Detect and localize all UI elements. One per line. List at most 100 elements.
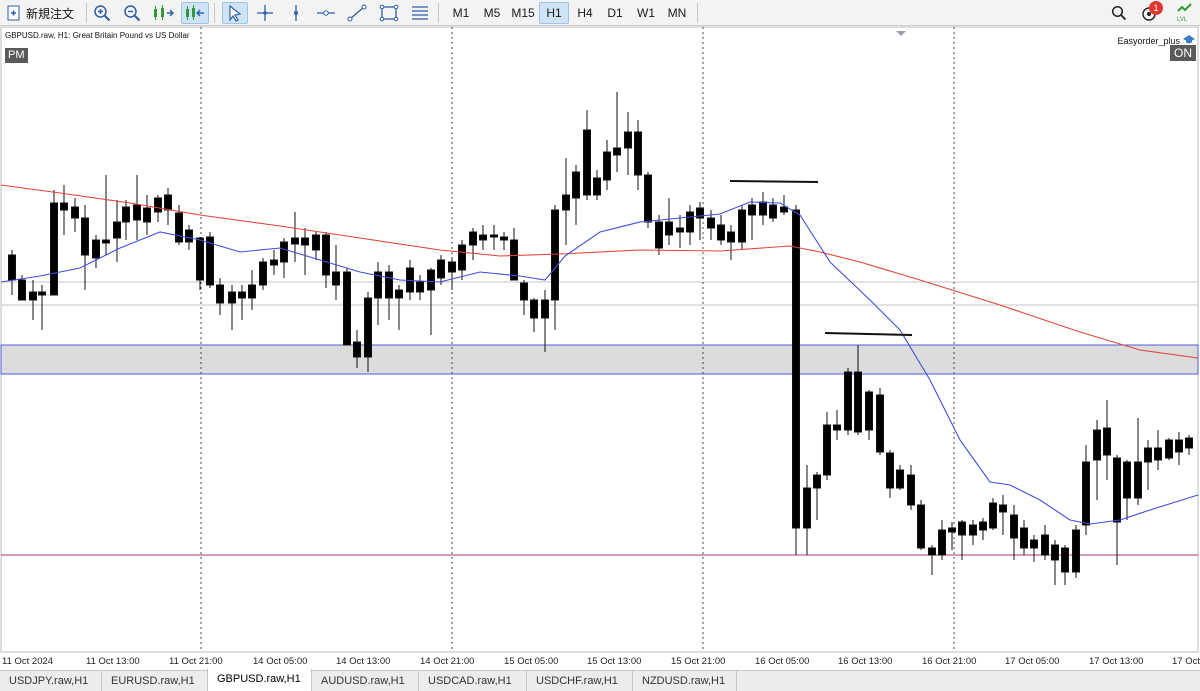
timeframe-m5[interactable]: M5 [477, 2, 507, 24]
bearish-candle [938, 529, 946, 556]
bearish-candle [886, 452, 894, 489]
fibonacci-button[interactable] [408, 2, 432, 24]
bearish-candle [216, 284, 224, 304]
timeframe-h4[interactable]: H4 [570, 2, 600, 24]
bearish-candle [738, 209, 746, 243]
timeframe-m15[interactable]: M15 [508, 2, 538, 24]
bearish-candle [385, 271, 393, 299]
autoscroll-button[interactable] [181, 2, 209, 24]
bearish-candle [71, 206, 79, 219]
bearish-candle [510, 239, 518, 281]
bearish-candle [479, 234, 487, 241]
tab-gbpusd[interactable]: GBPUSD.raw,H1 [207, 669, 312, 691]
time-axis-label: 16 Oct 21:00 [922, 656, 976, 667]
chart-shift-button[interactable] [150, 2, 176, 24]
zone-rectangle [0, 344, 1199, 375]
bearish-candle [270, 259, 278, 266]
bearish-candle [322, 234, 330, 276]
time-axis-label: 17 Oct 13:00 [1089, 656, 1143, 667]
crosshair-icon [257, 5, 273, 21]
tab-audusd[interactable]: AUDUSD.raw,H1 [312, 671, 419, 691]
new-order-icon [6, 5, 22, 21]
bearish-candle [353, 341, 361, 358]
fibonacci-icon [412, 6, 428, 20]
bearish-candle [154, 197, 162, 213]
vertical-line-button[interactable] [284, 2, 308, 24]
cursor-button[interactable] [222, 2, 248, 24]
bearish-candle [38, 291, 46, 296]
time-axis-label: 15 Oct 13:00 [587, 656, 641, 667]
tab-usdchf[interactable]: USDCHF.raw,H1 [527, 671, 633, 691]
crosshair-button[interactable] [253, 2, 277, 24]
trend-line-button[interactable] [345, 2, 369, 24]
search-button[interactable] [1108, 2, 1130, 24]
bearish-candle [686, 211, 694, 233]
bearish-candle [185, 229, 193, 243]
bearish-candle [1010, 514, 1018, 539]
signals-icon: LVL [1177, 3, 1192, 23]
bearish-candle [18, 279, 26, 301]
timeframe-m1[interactable]: M1 [446, 2, 476, 24]
bearish-candle [876, 394, 884, 453]
bearish-candle [562, 194, 570, 211]
time-axis-label: 11 Oct 2024 [2, 656, 53, 667]
new-order-label: 新規注文 [26, 6, 75, 21]
bearish-candle [332, 271, 340, 286]
bearish-candle [634, 131, 642, 176]
vertical-line-icon [294, 5, 298, 21]
tab-usdjpy[interactable]: USDJPY.raw,H1 [0, 671, 102, 691]
cursor-icon [229, 4, 242, 22]
bearish-candle [469, 231, 477, 246]
rectangle-button[interactable] [377, 2, 401, 24]
signals-button[interactable]: LVL [1174, 2, 1196, 24]
bearish-candle [490, 234, 498, 238]
bearish-candle [665, 221, 673, 236]
autoscroll-icon [186, 5, 204, 20]
bearish-candle [979, 521, 987, 531]
bearish-candle [520, 282, 528, 301]
bearish-candle [312, 234, 320, 251]
bearish-candle [759, 201, 767, 216]
bearish-candle [624, 131, 632, 149]
tab-nzdusd[interactable]: NZDUSD.raw,H1 [633, 671, 737, 691]
horizontal-line-icon [317, 10, 335, 16]
bearish-candle [655, 221, 663, 249]
drawn-resistance-line [824, 332, 913, 336]
zoom-in-icon [94, 5, 111, 22]
zoom-in-button[interactable] [90, 2, 114, 24]
time-axis-label: 11 Oct 21:00 [169, 656, 223, 667]
toolbar-separator [438, 3, 439, 23]
rectangle-icon [379, 4, 399, 22]
expert-advisor-icon [1183, 35, 1195, 44]
horizontal-line-button[interactable] [314, 2, 338, 24]
new-order-button[interactable]: 新規注文 [6, 2, 84, 24]
bearish-candle [1061, 547, 1069, 573]
tab-usdcad[interactable]: USDCAD.raw,H1 [419, 671, 527, 691]
timeframe-d1[interactable]: D1 [600, 2, 630, 24]
timeframe-h1[interactable]: H1 [539, 2, 569, 24]
price-chart[interactable]: 11 Oct 2024 11 Oct 13:00 11 Oct 21:00 14 Oc… [0, 26, 1200, 670]
bearish-candle [448, 261, 456, 273]
bearish-candle [280, 241, 288, 263]
bearish-candle [803, 487, 811, 529]
time-axis-label: 17 Oct 21:00 [1172, 656, 1200, 667]
bearish-candle [644, 174, 652, 223]
bearish-candle [1165, 439, 1173, 459]
chart-shift-icon [154, 5, 174, 20]
bearish-candle [1041, 534, 1049, 556]
bearish-candle [364, 297, 372, 358]
bearish-candle [248, 284, 256, 299]
notification-badge: 1 [1149, 1, 1163, 15]
time-axis-label: 16 Oct 13:00 [838, 656, 892, 667]
zoom-out-button[interactable] [120, 2, 144, 24]
bearish-candle [541, 299, 549, 319]
tab-eurusd[interactable]: EURUSD.raw,H1 [102, 671, 208, 691]
bearish-candle [1051, 544, 1059, 561]
bearish-candle [1082, 461, 1090, 526]
time-axis-label: 14 Oct 21:00 [420, 656, 474, 667]
bearish-candle [1093, 429, 1101, 461]
expert-advisor-status[interactable]: ON [1170, 45, 1196, 61]
timeframe-mn[interactable]: MN [662, 2, 692, 24]
timeframe-w1[interactable]: W1 [631, 2, 661, 24]
bearish-candle [844, 371, 852, 431]
